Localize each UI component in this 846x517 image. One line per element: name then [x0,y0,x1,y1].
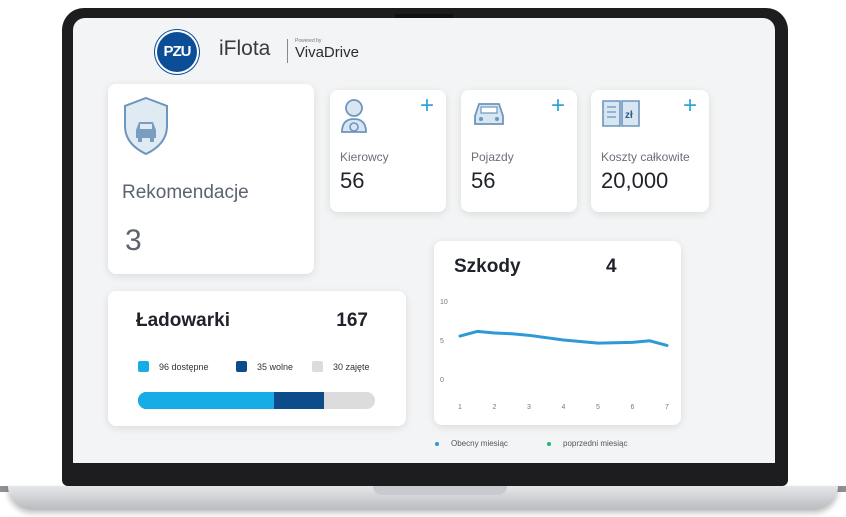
damages-title: Szkody [454,256,521,277]
vehicles-value: 56 [471,168,496,193]
laptop-groove [373,486,507,495]
cost-icon-text: zł [625,110,633,121]
x-tick-label: 3 [527,404,531,411]
recommendations-card[interactable]: Rekomendacje 3 [108,84,314,274]
pzu-logo: PZU [157,32,197,72]
x-tick-label: 4 [562,404,566,411]
app-screen: PZU iFlota Powered by VivaDrive Rekomend… [73,18,775,463]
pzu-logo-text: PZU [163,43,192,60]
legend-dot-previous [547,441,551,446]
y-tick-label: 0 [440,377,444,384]
drivers-value: 56 [340,168,365,193]
recommendations-value: 3 [125,224,142,257]
drivers-label: Kierowcy [340,150,389,164]
x-tick-label: 6 [631,404,635,411]
y-tick-label: 10 [440,299,448,306]
legend-label-current: Obecny miesiąc [451,439,508,448]
laptop-base [8,486,838,510]
vehicles-card[interactable]: + Pojazdy 56 [461,90,577,212]
drivers-card[interactable]: + Kierowcy 56 [330,90,446,212]
costs-value: 20,000 [601,168,669,193]
legend-occupied: 30 zajęte [312,361,370,372]
app-name: iFlota [219,37,271,60]
cost-book-icon: zł [601,98,641,133]
car-icon [471,98,507,133]
costs-label: Koszty całkowite [601,150,690,164]
driver-icon [340,98,368,139]
legend-swatch-free [236,361,247,372]
x-tick-label: 2 [493,404,497,411]
legend-swatch-available [138,361,149,372]
x-tick-label: 5 [596,404,600,411]
legend-free: 35 wolne [236,361,293,372]
vehicles-label: Pojazdy [471,150,514,164]
series-line-current [458,329,669,347]
add-driver-button[interactable]: + [420,94,434,118]
y-tick-label: 5 [440,338,444,345]
legend-dot-current [435,441,439,446]
damages-count: 4 [606,256,617,277]
legend-label-free: 35 wolne [257,361,294,372]
damages-chart: 0 5 10 1 2 3 4 5 6 7 [440,299,669,411]
chargers-card[interactable]: Ładowarki 167 96 dostępne 35 wolne 30 za… [108,291,406,426]
chargers-title: Ładowarki [136,310,230,331]
add-vehicle-button[interactable]: + [551,94,565,118]
chargers-bar [138,392,375,409]
partner-logo: VivaDrive [295,44,359,61]
legend-label-previous: poprzedni miesiąc [563,439,628,448]
chart-legend-current: Obecny miesiąc [435,439,508,448]
damages-card[interactable]: Szkody 4 0 5 10 1 2 3 4 5 6 7 [434,241,681,425]
brand-separator [287,39,288,63]
legend-label-occupied: 30 zajęte [333,361,370,372]
legend-available: 96 dostępne [138,361,209,372]
shield-car-icon [122,96,170,161]
chargers-total: 167 [336,310,368,331]
legend-label-available: 96 dostępne [159,361,209,372]
bar-segment-available [138,392,275,409]
x-tick-label: 1 [458,404,462,411]
legend-swatch-occupied [312,361,323,372]
chart-legend-previous: poprzedni miesiąc [547,439,627,448]
x-tick-label: 7 [665,404,669,411]
recommendations-title: Rekomendacje [122,182,249,203]
costs-card[interactable]: zł + Koszty całkowite 20,000 [591,90,709,212]
add-cost-button[interactable]: + [683,94,697,118]
